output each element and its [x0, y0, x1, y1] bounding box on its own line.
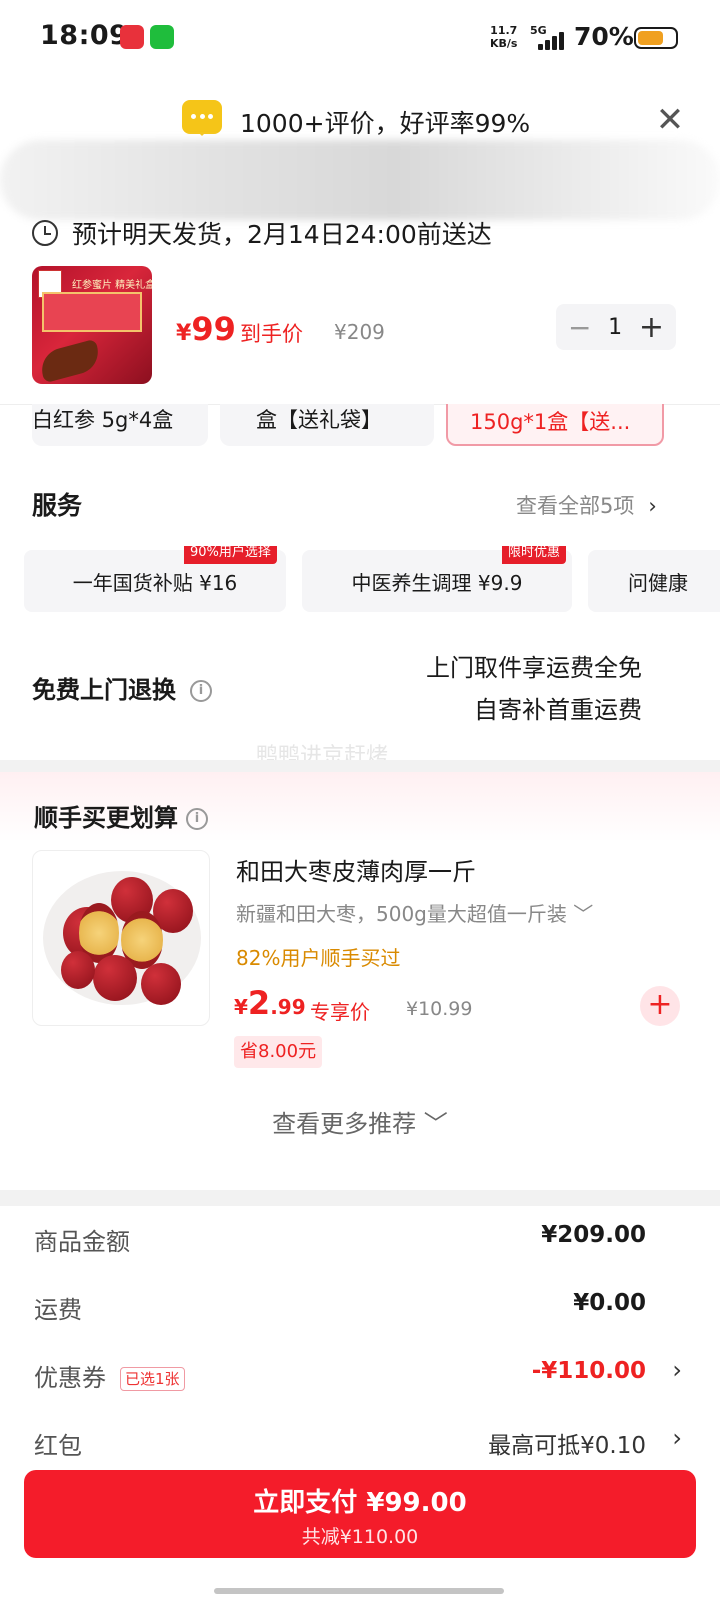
bundle-product-name[interactable]: 和田大枣皮薄肉厚一斤 — [236, 852, 476, 887]
goods-amount-label: 商品金额 — [34, 1228, 130, 1256]
bundle-title: 顺手买更划算 i — [34, 798, 208, 833]
product-thumbnail[interactable]: 红参蜜片 精美礼盒 — [32, 266, 152, 384]
home-indicator[interactable] — [214, 1588, 504, 1594]
delivery-text: 预计明天发货，2月14日24:00前送达 — [72, 220, 492, 249]
view-all-services[interactable]: 查看全部5项 › — [516, 490, 657, 520]
message-icon — [182, 100, 222, 136]
clock-icon — [32, 220, 58, 246]
coupon-row-label[interactable]: 优惠券 已选1张 — [34, 1358, 185, 1393]
coupon-selected-chip: 已选1张 — [120, 1367, 185, 1391]
chevron-right-icon: › — [648, 494, 657, 518]
battery-percent: 70% — [574, 22, 634, 51]
info-icon[interactable]: i — [186, 808, 208, 830]
chevron-right-icon[interactable]: › — [672, 1424, 682, 1452]
bundle-section: 顺手买更划算 i 和田大枣皮薄肉厚一斤 新疆和田大枣，500g量大超值一斤装 ﹀ … — [0, 772, 720, 1190]
shipping-value: ¥0.00 — [573, 1290, 646, 1316]
chevron-right-icon[interactable]: › — [672, 1356, 682, 1384]
decrease-button[interactable]: − — [568, 311, 591, 344]
quantity-value[interactable]: 1 — [608, 315, 622, 340]
spec-options: 白红参 5g*4盒 盒【送礼袋】 150g*1盒【送... — [0, 404, 720, 446]
blurred-address — [0, 140, 720, 220]
status-bar: 18:09 11.7 KB/s 5G 70% — [0, 0, 720, 76]
bundle-original-price: ¥10.99 — [406, 998, 473, 1020]
close-button[interactable]: ✕ — [650, 100, 690, 140]
price-label: 到手价 — [240, 322, 303, 346]
return-service-title: 免费上门退换 i — [32, 670, 212, 705]
product-price: ¥99 — [176, 310, 236, 348]
signal-icon — [538, 30, 568, 50]
service-card[interactable]: 问健康 — [588, 550, 720, 612]
bottom-bar: 立即支付 ¥99.00 共减¥110.00 — [0, 1458, 720, 1600]
shipping-label: 运费 — [34, 1296, 82, 1324]
spec-option-selected[interactable]: 150g*1盒【送... — [446, 404, 664, 446]
service-cards: 一年国货补贴 ¥16 90%用户选择 中医养生调理 ¥9.9 限时优惠 问健康 — [0, 546, 720, 616]
service-tag: 限时优惠 — [502, 546, 567, 564]
spec-option[interactable]: 白红参 5g*4盒 — [32, 404, 208, 446]
info-icon[interactable]: i — [190, 680, 212, 702]
redpacket-value[interactable]: 最高可抵¥0.10 — [488, 1426, 646, 1460]
wechat-icon — [150, 25, 174, 49]
increase-button[interactable]: + — [639, 310, 664, 345]
bundle-price: ¥2.99 — [234, 984, 306, 1022]
bundle-price-label: 专享价 — [310, 1000, 370, 1024]
pay-button-label: 立即支付 ¥99.00 — [253, 1488, 467, 1518]
pay-now-button[interactable]: 立即支付 ¥99.00 共减¥110.00 — [24, 1470, 696, 1558]
return-service-line2: 自寄补首重运费 — [474, 696, 642, 724]
services-title: 服务 — [32, 491, 83, 520]
add-bundle-button[interactable]: + — [640, 986, 680, 1026]
bundle-product-desc[interactable]: 新疆和田大枣，500g量大超值一斤装 ﹀ — [236, 898, 593, 927]
thumbnail-caption: 红参蜜片 精美礼盒 — [72, 280, 152, 291]
pay-button-discount: 共减¥110.00 — [301, 1526, 419, 1548]
bundle-hint: 82%用户顺手买过 — [236, 946, 401, 970]
coupon-value[interactable]: -¥110.00 — [532, 1358, 646, 1384]
section-gap — [0, 760, 720, 772]
status-time: 18:09 — [40, 20, 129, 51]
return-service-line1: 上门取件享运费全免 — [426, 654, 642, 682]
goods-amount-value: ¥209.00 — [541, 1222, 646, 1248]
delivery-estimate: 预计明天发货，2月14日24:00前送达 — [32, 216, 492, 250]
net-speed: 11.7 KB/s — [490, 24, 518, 50]
checkout-page: 18:09 11.7 KB/s 5G 70% 1000+评价，好评率99% ✕ … — [0, 0, 720, 1600]
product-row: 红参蜜片 精美礼盒 ¥99 到手价 ¥209 − 1 + — [0, 262, 720, 402]
heart-app-icon — [120, 25, 144, 49]
battery-icon — [634, 27, 678, 49]
review-text: 1000+评价，好评率99% — [240, 109, 531, 138]
redpacket-label: 红包 — [34, 1432, 82, 1460]
more-recommendations[interactable]: 查看更多推荐 ﹀ — [0, 1104, 720, 1139]
original-price: ¥209 — [334, 320, 385, 344]
bundle-product-image[interactable] — [32, 850, 210, 1026]
section-gap — [0, 1190, 720, 1206]
bundle-save-badge: 省8.00元 — [234, 1036, 323, 1068]
quantity-stepper: − 1 + — [556, 304, 676, 350]
service-tag: 90%用户选择 — [184, 546, 277, 564]
spec-option[interactable]: 盒【送礼袋】 — [220, 404, 434, 446]
